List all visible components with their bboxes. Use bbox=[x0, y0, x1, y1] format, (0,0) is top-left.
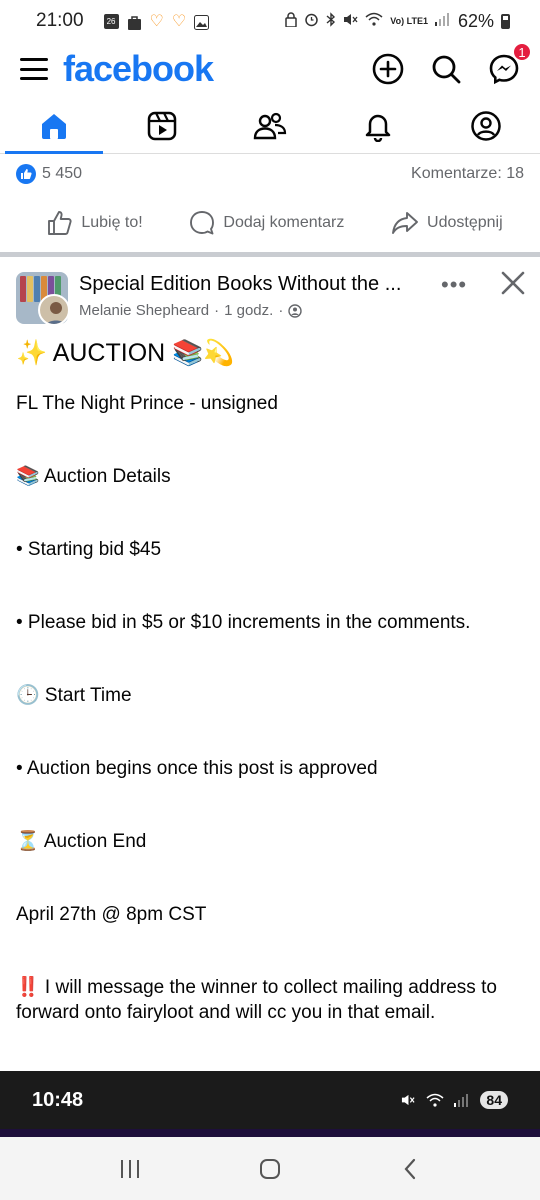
friends-icon bbox=[253, 112, 287, 139]
search-icon bbox=[432, 55, 461, 84]
mute-icon bbox=[343, 12, 358, 31]
back-icon bbox=[404, 1158, 416, 1179]
video-icon bbox=[147, 111, 177, 140]
author-avatar[interactable] bbox=[38, 294, 70, 326]
overlay-battery: 84 bbox=[480, 1091, 508, 1109]
like-reaction-icon bbox=[16, 164, 36, 184]
overlay-signal-icon bbox=[454, 1094, 469, 1107]
post-line: April 27th @ 8pm CST bbox=[16, 904, 207, 925]
overlay-mute-icon bbox=[402, 1094, 415, 1106]
tab-home[interactable] bbox=[0, 98, 108, 154]
overlay-strip bbox=[0, 1129, 540, 1137]
messenger-badge: 1 bbox=[512, 42, 532, 62]
comment-button-label: Dodaj komentarz bbox=[223, 214, 345, 231]
more-options-button[interactable]: ••• bbox=[441, 272, 467, 298]
home-nav-button[interactable] bbox=[250, 1149, 290, 1189]
reactions-summary[interactable]: 5 450 Komentarze: 18 bbox=[16, 160, 524, 188]
post-line: • Starting bid $45 bbox=[16, 539, 162, 560]
messenger-button[interactable]: 1 bbox=[486, 42, 532, 87]
group-name[interactable]: Special Edition Books Without the ... bbox=[79, 273, 419, 296]
alarm-icon bbox=[304, 12, 319, 31]
post-line: ‼️ I will message the winner to collect … bbox=[16, 977, 497, 1023]
back-button[interactable] bbox=[390, 1149, 430, 1189]
feed-separator bbox=[0, 252, 540, 257]
hamburger-menu-icon[interactable] bbox=[20, 58, 48, 80]
comment-icon bbox=[190, 211, 215, 235]
gallery-icon bbox=[194, 14, 210, 30]
comment-count[interactable]: Komentarze: 18 bbox=[411, 165, 524, 183]
home-icon bbox=[42, 113, 66, 139]
bell-icon bbox=[365, 114, 391, 142]
tab-profile[interactable] bbox=[432, 98, 540, 153]
overlay-wifi-icon bbox=[426, 1093, 444, 1107]
post-meta: Melanie Shepheard · 1 godz. · bbox=[79, 302, 303, 319]
wifi-icon bbox=[365, 12, 383, 30]
bluetooth-icon bbox=[326, 11, 336, 31]
post-line: • Please bid in $5 or $10 increments in … bbox=[16, 612, 471, 633]
comment-button[interactable]: Dodaj komentarz bbox=[189, 210, 344, 236]
post-body: ✨ AUCTION 📚💫 FL The Night Prince - unsig… bbox=[16, 336, 524, 1025]
post-header: Special Edition Books Without the ... Me… bbox=[0, 264, 540, 330]
recent-apps-icon bbox=[121, 1159, 139, 1178]
post-line: 📚 Auction Details bbox=[16, 466, 171, 487]
post-line: • Auction begins once this post is appro… bbox=[16, 758, 378, 779]
post-line: 🕒 Start Time bbox=[16, 685, 132, 706]
search-button[interactable] bbox=[428, 51, 464, 87]
calendar-icon: 26 bbox=[103, 13, 119, 29]
overlay-status-bar: 10:48 84 bbox=[0, 1071, 540, 1129]
facebook-logo[interactable]: facebook bbox=[63, 48, 214, 90]
battery-percent: 62% bbox=[457, 10, 494, 31]
system-nav-bar bbox=[0, 1137, 540, 1200]
share-button[interactable]: Udostępnij bbox=[391, 210, 503, 236]
network-label: Vo) LTE1 bbox=[390, 15, 428, 26]
tab-notifications[interactable] bbox=[324, 98, 432, 153]
shopping-bag-icon bbox=[127, 14, 142, 30]
overlay-time: 10:48 bbox=[32, 1088, 84, 1111]
home-nav-icon bbox=[260, 1158, 280, 1179]
recent-apps-button[interactable] bbox=[110, 1149, 150, 1189]
group-privacy-icon bbox=[288, 303, 303, 318]
lock-icon bbox=[285, 11, 298, 31]
post-line: FL The Night Prince - unsigned bbox=[16, 393, 278, 414]
app-heart-icon-2: ♡ bbox=[171, 13, 187, 30]
like-count: 5 450 bbox=[42, 165, 83, 182]
app-header: facebook 1 bbox=[0, 42, 540, 96]
tab-friends[interactable] bbox=[216, 98, 324, 153]
post-line: ⏳ Auction End bbox=[16, 831, 147, 852]
like-button-label: Lubię to! bbox=[81, 214, 143, 231]
plus-circle-icon bbox=[372, 53, 404, 85]
create-button[interactable] bbox=[370, 51, 406, 87]
thumbs-up-icon bbox=[48, 211, 72, 235]
post-time[interactable]: 1 godz. bbox=[224, 302, 273, 319]
tab-video[interactable] bbox=[108, 98, 216, 153]
signal-icon bbox=[434, 12, 451, 30]
main-tab-bar bbox=[0, 98, 540, 154]
status-bar: 21:00 26 ♡ ♡ Vo) LTE1 62% bbox=[0, 0, 540, 42]
author-name[interactable]: Melanie Shepheard bbox=[79, 302, 209, 319]
hide-post-button[interactable] bbox=[500, 270, 526, 296]
profile-icon bbox=[471, 110, 501, 141]
like-button[interactable]: Lubię to! bbox=[47, 210, 143, 236]
status-time: 21:00 bbox=[36, 10, 84, 31]
app-heart-icon: ♡ bbox=[149, 13, 164, 30]
share-icon bbox=[392, 212, 418, 234]
close-icon bbox=[501, 271, 525, 295]
post-actions: Lubię to! Dodaj komentarz Udostępnij bbox=[0, 200, 540, 246]
share-button-label: Udostępnij bbox=[427, 214, 503, 231]
battery-icon bbox=[501, 13, 510, 29]
post-title: ✨ AUCTION 📚💫 bbox=[16, 339, 235, 367]
